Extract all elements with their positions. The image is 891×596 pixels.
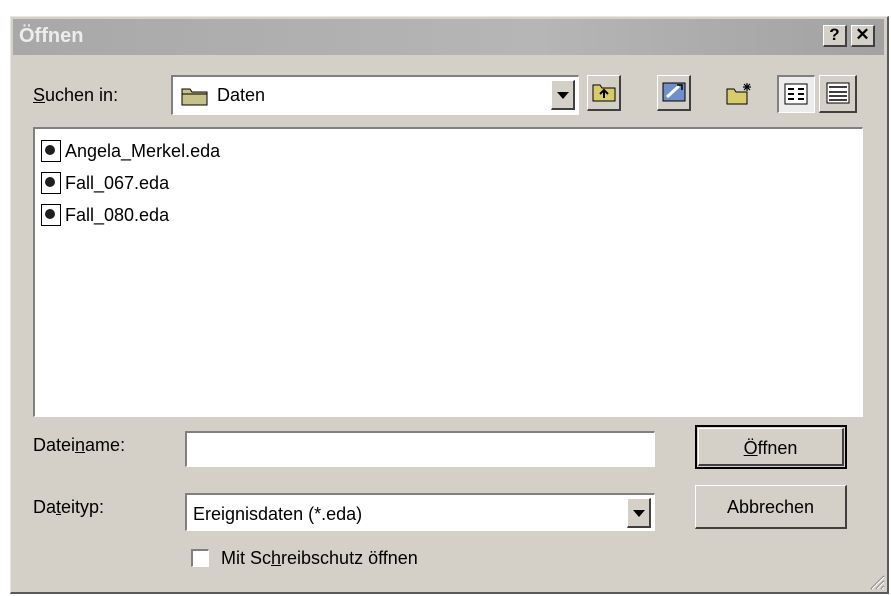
lookin-label-post: uchen in: xyxy=(45,85,119,105)
title-bar[interactable]: Öffnen ? ✕ xyxy=(13,19,884,55)
open-label-accel: Ö xyxy=(743,438,758,458)
file-name: Fall_067.eda xyxy=(65,172,170,193)
open-label-post: ffnen xyxy=(757,438,798,458)
eda-file-icon xyxy=(41,204,61,226)
desktop-icon xyxy=(662,82,686,102)
resize-grip-icon[interactable] xyxy=(867,572,885,590)
readonly-label-accel: h xyxy=(271,548,282,568)
filename-label-accel: n xyxy=(75,435,86,455)
list-view-icon xyxy=(784,83,808,105)
filename-input[interactable] xyxy=(185,431,655,467)
readonly-checkbox[interactable] xyxy=(191,549,209,567)
details-view-button[interactable] xyxy=(819,75,857,113)
lookin-dropdown-button[interactable] xyxy=(551,80,575,110)
filetype-label-post: eityp: xyxy=(61,497,105,517)
cancel-button-label: Abbrechen xyxy=(726,497,815,517)
lookin-label: Suchen in: xyxy=(33,85,118,106)
window-title: Öffnen xyxy=(19,25,84,47)
list-item[interactable]: Fall_080.eda xyxy=(41,201,169,229)
new-folder-icon xyxy=(726,83,751,105)
desktop-button[interactable] xyxy=(657,75,691,111)
list-view-button[interactable] xyxy=(777,75,815,113)
up-folder-icon xyxy=(592,84,616,102)
chevron-down-icon xyxy=(633,510,645,517)
readonly-label-post: reibschutz öffnen xyxy=(281,548,418,568)
readonly-label: Mit Schreibschutz öffnen xyxy=(221,548,418,569)
open-button-label: Öffnen xyxy=(699,438,842,459)
help-icon: ? xyxy=(829,25,840,44)
eda-file-icon xyxy=(41,172,61,194)
new-folder-button[interactable] xyxy=(723,75,757,111)
filetype-value: Ereignisdaten (*.eda) xyxy=(193,504,363,524)
up-folder-button[interactable] xyxy=(587,75,621,111)
open-button[interactable]: Öffnen xyxy=(695,425,847,469)
list-item[interactable]: Fall_067.eda xyxy=(41,169,169,197)
file-name: Angela_Merkel.eda xyxy=(65,140,221,161)
file-name: Fall_080.eda xyxy=(65,204,170,225)
help-button[interactable]: ? xyxy=(823,25,847,47)
filename-label: Dateiname: xyxy=(33,435,125,456)
readonly-label-pre: Mit Sc xyxy=(221,548,272,568)
list-item[interactable]: Angela_Merkel.eda xyxy=(41,137,220,165)
filename-label-post: ame: xyxy=(85,435,126,455)
folder-icon xyxy=(181,88,208,106)
close-button[interactable]: ✕ xyxy=(851,25,875,47)
details-view-icon xyxy=(826,82,850,104)
eda-file-icon xyxy=(41,140,61,162)
lookin-value: Daten xyxy=(217,85,266,105)
file-list[interactable]: Angela_Merkel.eda Fall_067.eda Fall_080.… xyxy=(33,127,863,417)
chevron-down-icon xyxy=(557,92,569,99)
filetype-label-pre: Da xyxy=(33,497,57,517)
lookin-combobox[interactable]: Daten xyxy=(171,75,579,115)
filename-label-pre: Datei xyxy=(33,435,76,455)
filetype-combobox[interactable]: Ereignisdaten (*.eda) xyxy=(185,493,655,531)
filetype-dropdown-button[interactable] xyxy=(627,498,651,528)
close-icon: ✕ xyxy=(855,25,870,44)
filetype-label: Dateityp: xyxy=(33,497,104,518)
open-dialog: Öffnen ? ✕ Suchen in: Daten Angela_Merke… xyxy=(10,16,889,594)
lookin-label-accel: S xyxy=(33,85,46,105)
open-button-face: Öffnen xyxy=(698,428,844,466)
cancel-button[interactable]: Abbrechen xyxy=(695,485,847,529)
